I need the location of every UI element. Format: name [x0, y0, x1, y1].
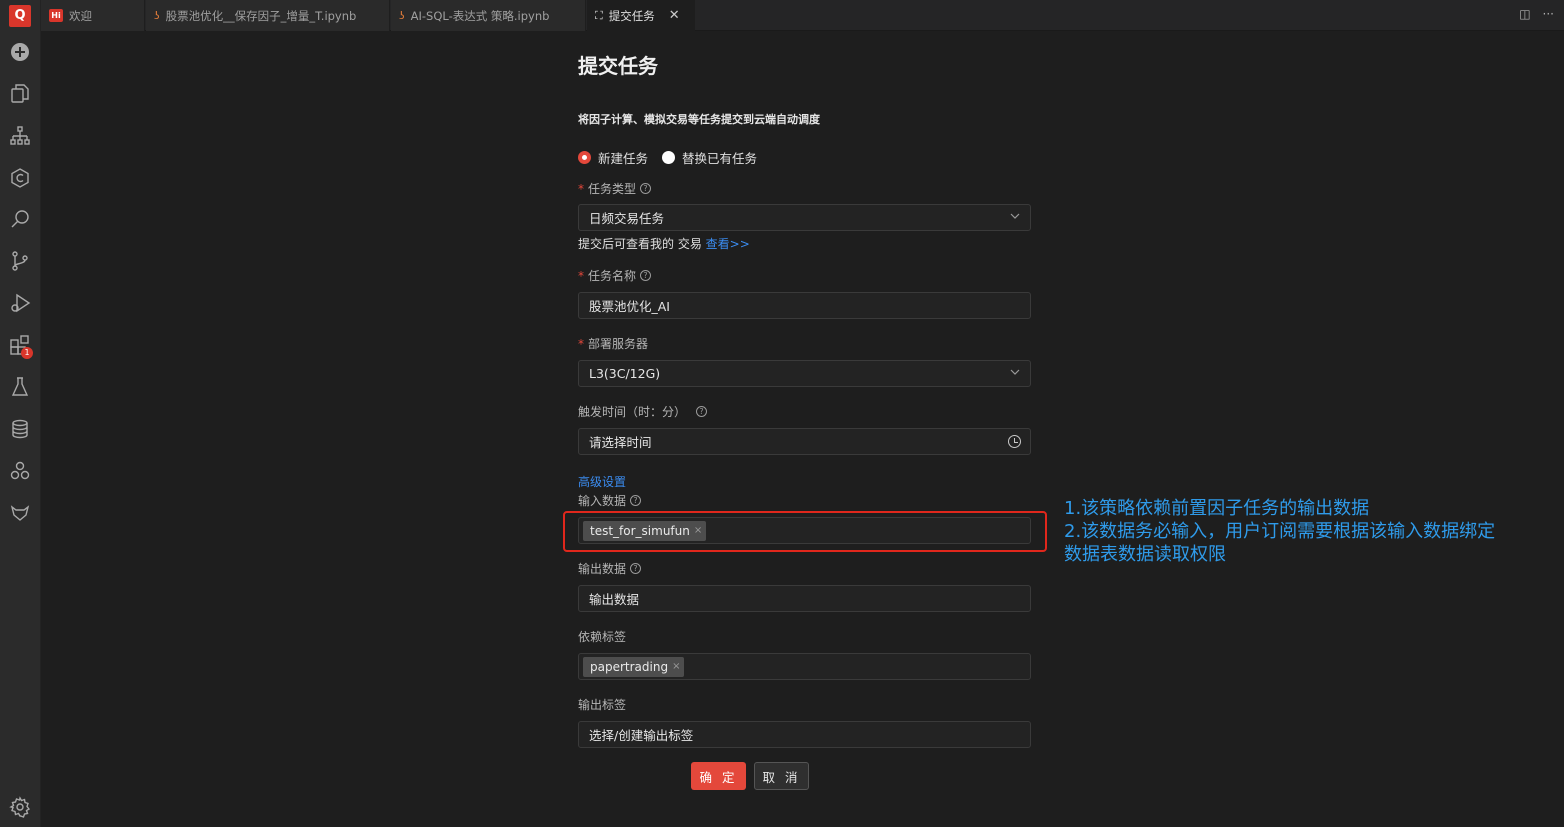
advanced-settings-link[interactable]: 高级设置 [578, 473, 626, 490]
chevron-down-icon [1010, 213, 1020, 219]
settings-icon[interactable] [8, 795, 32, 819]
task-name-label: * 任务名称 ? [578, 267, 652, 284]
trigger-time-label: 触发时间（时：分） ? [578, 403, 708, 420]
radio-replace-task[interactable]: 替换已有任务 [662, 148, 757, 167]
required-mark: * [578, 336, 584, 351]
confirm-button[interactable]: 确 定 [691, 762, 746, 790]
server-label: * 部署服务器 [578, 336, 649, 352]
files-icon[interactable] [8, 81, 32, 105]
dependency-tags-select[interactable]: papertrading × [578, 653, 1031, 680]
activity-bar: Q 1 [0, 0, 41, 827]
radio-checked-icon [578, 151, 591, 164]
tab-label: 欢迎 [69, 8, 92, 23]
required-mark: * [578, 268, 584, 283]
gitlab-icon[interactable] [8, 500, 32, 524]
tab-label: AI-SQL-表达式 策略.ipynb [410, 8, 550, 23]
view-trades-link[interactable]: 查看>> [706, 237, 750, 251]
task-type-select[interactable]: 日频交易任务 [578, 204, 1031, 231]
hexagon-icon[interactable] [8, 166, 32, 190]
tab-bar: Hi 欢迎 ʖ 股票池优化__保存因子_增量_T.ipynb ʖ AI-SQL-… [41, 0, 1564, 31]
hierarchy-icon[interactable] [8, 124, 32, 148]
tab-notebook-2[interactable]: ʖ AI-SQL-表达式 策略.ipynb [391, 0, 586, 31]
clock-icon [1008, 435, 1021, 448]
tab-label: 提交任务 [608, 8, 655, 23]
chevron-down-icon [1010, 369, 1020, 375]
help-icon[interactable]: ? [696, 406, 708, 417]
task-mode-radio-group: 新建任务 替换已有任务 [578, 148, 771, 167]
cancel-button[interactable]: 取 消 [754, 762, 809, 790]
dependency-tags-label: 依赖标签 [578, 630, 627, 644]
extensions-badge: 1 [21, 347, 33, 359]
radio-unchecked-icon [662, 151, 676, 164]
trigger-time-picker[interactable]: 请选择时间 [578, 428, 1031, 455]
hierarchy-icon: ⛶ [595, 8, 603, 22]
output-tags-label: 输出标签 [578, 698, 627, 712]
jupyter-icon: ʖ [399, 9, 405, 22]
app-logo: Q [9, 5, 31, 27]
output-data-label: 输出数据 ? [578, 560, 642, 577]
required-mark: * [578, 181, 584, 196]
search-icon[interactable] [8, 207, 32, 231]
database-icon[interactable] [8, 417, 32, 441]
help-icon[interactable]: ? [630, 495, 642, 506]
input-data-label: 输入数据 ? [578, 492, 642, 509]
task-type-hint: 提交后可查看我的 交易 查看>> [578, 237, 750, 251]
tab-notebook-1[interactable]: ʖ 股票池优化__保存因子_增量_T.ipynb [146, 0, 390, 31]
more-icon[interactable]: ··· [1543, 7, 1554, 21]
annotation-highlight-box [563, 511, 1047, 552]
radio-new-task[interactable]: 新建任务 [578, 148, 648, 167]
page-subtitle: 将因子计算、模拟交易等任务提交到云端自动调度 [578, 113, 820, 126]
server-select[interactable]: L3(3C/12G) [578, 360, 1031, 387]
task-name-input[interactable]: 股票池优化_AI [578, 292, 1031, 319]
flask-icon[interactable] [8, 375, 32, 399]
tabbar-actions: ◫ ··· [1519, 7, 1554, 21]
output-data-input[interactable]: 输出数据 [578, 585, 1031, 612]
help-icon[interactable]: ? [640, 270, 652, 281]
tab-label: 股票池优化__保存因子_增量_T.ipynb [165, 8, 357, 23]
dependency-tag: papertrading × [583, 656, 685, 677]
task-type-label: * 任务类型 ? [578, 180, 652, 197]
add-icon[interactable] [8, 40, 32, 64]
radio-replace-label: 替换已有任务 [682, 151, 758, 166]
extensions-icon[interactable]: 1 [8, 333, 33, 359]
close-icon[interactable]: ✕ [669, 8, 680, 23]
page-title: 提交任务 [578, 54, 658, 78]
source-control-icon[interactable] [8, 249, 32, 273]
welcome-icon: Hi [49, 9, 63, 22]
run-debug-icon[interactable] [8, 291, 32, 315]
output-tags-select[interactable]: 选择/创建输出标签 [578, 721, 1031, 748]
jupyter-icon: ʖ [154, 9, 160, 22]
help-icon[interactable]: ? [630, 563, 642, 574]
help-icon[interactable]: ? [640, 183, 652, 194]
tab-submit-task[interactable]: ⛶ 提交任务 ✕ [587, 0, 695, 31]
annotation-text: 1.该策略依赖前置因子任务的输出数据 2.该数据务必输入，用户订阅需要根据该输入… [1064, 498, 1496, 565]
cluster-icon[interactable] [8, 459, 32, 483]
tag-remove-icon[interactable]: × [672, 661, 680, 672]
split-editor-icon[interactable]: ◫ [1519, 7, 1530, 21]
radio-new-label: 新建任务 [598, 151, 649, 166]
tab-welcome[interactable]: Hi 欢迎 [41, 0, 145, 31]
